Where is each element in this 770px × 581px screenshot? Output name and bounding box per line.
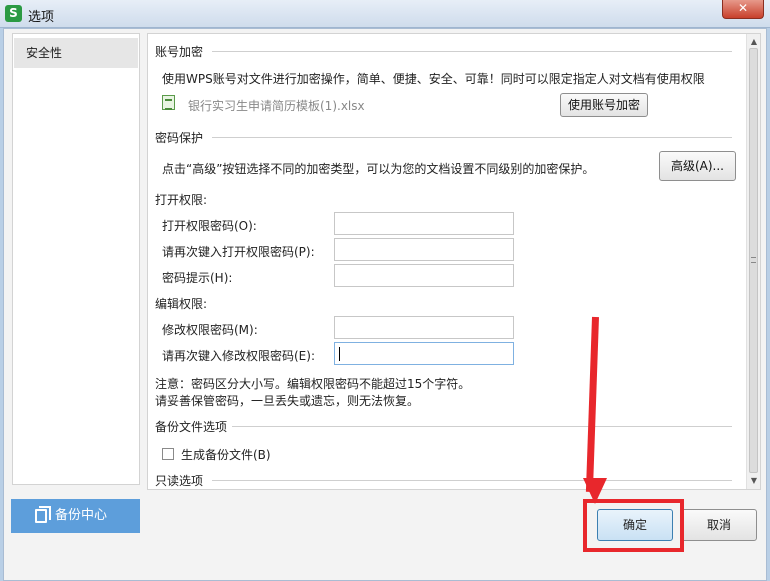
password-protection-heading: 密码保护 — [155, 131, 204, 145]
file-name: 银行实习生申请简历模板(1).xlsx — [188, 99, 365, 113]
modify-password-input[interactable] — [334, 316, 514, 339]
generate-backup-label: 生成备份文件(B) — [181, 448, 271, 462]
panel-scrollbar[interactable]: ▲ ▼ — [746, 34, 760, 489]
confirm-open-password-label: 请再次键入打开权限密码(P): — [162, 245, 315, 259]
backup-center-label: 备份中心 — [55, 508, 108, 523]
divider — [212, 480, 732, 481]
open-permission-heading: 打开权限: — [155, 193, 208, 207]
backup-icon — [35, 506, 51, 523]
divider — [232, 426, 732, 427]
window-title: 选项 — [28, 10, 55, 25]
text-caret — [339, 347, 340, 361]
annotation-highlight-box — [583, 499, 684, 552]
cancel-button[interactable]: 取消 — [681, 509, 757, 541]
backup-options-heading: 备份文件选项 — [155, 420, 228, 434]
title-bar: S 选项 ✕ — [0, 0, 770, 28]
xlsx-file-icon — [162, 95, 175, 110]
account-encrypt-button[interactable]: 使用账号加密 — [560, 93, 648, 117]
edit-permission-heading: 编辑权限: — [155, 297, 208, 311]
wps-app-icon: S — [5, 5, 22, 22]
scroll-up-arrow-icon[interactable]: ▲ — [749, 37, 759, 47]
scroll-down-arrow-icon[interactable]: ▼ — [749, 476, 759, 486]
security-panel: 账号加密 使用WPS账号对文件进行加密操作，简单、便捷、安全、可靠！同时可以限定… — [147, 33, 761, 490]
close-button[interactable]: ✕ — [722, 0, 764, 19]
note-case-sensitive: 注意：密码区分大小写。编辑权限密码不能超过15个字符。 — [155, 377, 471, 391]
confirm-modify-password-input[interactable] — [334, 342, 514, 365]
confirm-modify-password-label: 请再次键入修改权限密码(E): — [162, 349, 315, 363]
grip-icon — [751, 257, 756, 263]
open-password-input[interactable] — [334, 212, 514, 235]
open-password-label: 打开权限密码(O): — [162, 219, 257, 233]
divider — [212, 51, 732, 52]
password-protection-description: 点击“高级”按钮选择不同的加密类型，可以为您的文档设置不同级别的加密保护。 — [162, 162, 595, 176]
modify-password-label: 修改权限密码(M): — [162, 323, 258, 337]
sidebar-item-security[interactable]: 安全性 — [14, 38, 138, 68]
generate-backup-checkbox[interactable] — [162, 448, 174, 460]
divider — [212, 137, 732, 138]
password-hint-label: 密码提示(H): — [162, 271, 233, 285]
account-encryption-description: 使用WPS账号对文件进行加密操作，简单、便捷、安全、可靠！同时可以限定指定人对文… — [162, 72, 705, 86]
backup-center-button[interactable]: 备份中心 — [11, 499, 140, 533]
confirm-open-password-input[interactable] — [334, 238, 514, 261]
account-encryption-heading: 账号加密 — [155, 45, 204, 59]
readonly-options-heading: 只读选项 — [155, 474, 204, 488]
scrollbar-thumb[interactable] — [749, 48, 758, 473]
category-sidebar: 安全性 — [12, 33, 140, 485]
note-keep-password-safe: 请妥善保管密码，一旦丢失或遗忘，则无法恢复。 — [155, 394, 420, 408]
advanced-button[interactable]: 高级(A)... — [659, 151, 736, 181]
password-hint-input[interactable] — [334, 264, 514, 287]
